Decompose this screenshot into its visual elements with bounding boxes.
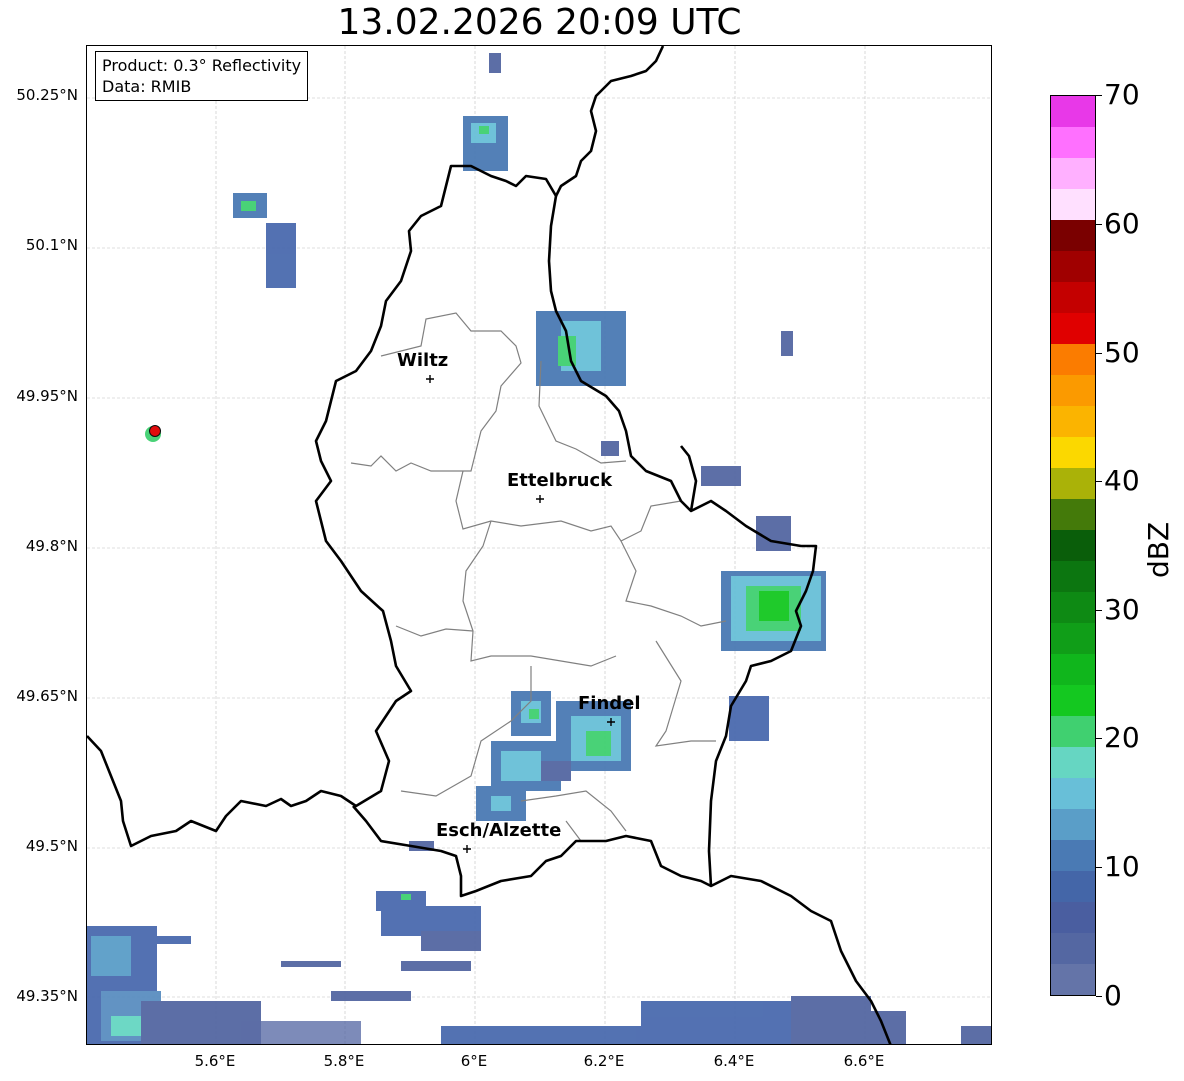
colorbar-segment [1051,468,1095,499]
colorbar-segment [1051,189,1095,220]
colorbar [1050,95,1096,996]
colorbar-segment [1051,437,1095,468]
colorbar-segment [1051,592,1095,623]
colorbar-segment [1051,561,1095,592]
colorbar-tickmark [1096,481,1102,482]
colorbar-segment [1051,933,1095,964]
radar-site [145,425,161,442]
lat-tick-49-8: 49.8°N [25,537,78,555]
radar-echoes [87,53,991,1044]
gridlines [87,46,991,1044]
colorbar-segment [1051,530,1095,561]
map-panel[interactable] [86,45,992,1045]
colorbar-tickmark [1096,353,1102,354]
colorbar-segment [1051,747,1095,778]
lat-tick-50-1: 50.1°N [25,236,78,254]
colorbar-tick-60: 60 [1104,207,1140,240]
colorbar-tickmark [1096,996,1102,997]
data-source-label: Data: RMIB [102,77,192,96]
colorbar-segment [1051,158,1095,189]
colorbar-tick-0: 0 [1104,979,1122,1012]
lon-tick-6-2: 6.2°E [583,1052,625,1070]
colorbar-tickmark [1096,738,1102,739]
echo-north [233,53,626,456]
lat-tick-49-5: 49.5°N [25,837,78,855]
product-label: Product: 0.3° Reflectivity [102,56,302,75]
lon-tick-6-4: 6.4°E [713,1052,755,1070]
map-canvas [87,46,991,1044]
city-label-findel: Findel [578,693,641,714]
colorbar-segment [1051,282,1095,313]
colorbar-tick-50: 50 [1104,336,1140,369]
lon-tick-6-6: 6.6°E [843,1052,885,1070]
echo-south [376,841,991,1044]
colorbar-tick-40: 40 [1104,464,1140,497]
product-info-box: Product: 0.3° Reflectivity Data: RMIB [95,51,309,101]
colorbar-label: dBZ [1142,521,1175,578]
colorbar-segment [1051,778,1095,809]
colorbar-tick-70: 70 [1104,78,1140,111]
map-title: 13.02.2026 20:09 UTC [337,2,742,43]
lat-tick-49-95: 49.95°N [16,387,78,405]
colorbar-segment [1051,220,1095,251]
colorbar-segment [1051,623,1095,654]
colorbar-segment [1051,406,1095,437]
colorbar-segment [1051,840,1095,871]
colorbar-segment [1051,809,1095,840]
colorbar-segment [1051,375,1095,406]
echo-southwest [87,926,411,1044]
colorbar-tick-10: 10 [1104,850,1140,883]
colorbar-tick-30: 30 [1104,593,1140,626]
colorbar-tickmark [1096,867,1102,868]
colorbar-segment [1051,344,1095,375]
colorbar-segment [1051,499,1095,530]
colorbar-segment [1051,313,1095,344]
colorbar-segment [1051,127,1095,158]
lat-tick-50-25: 50.25°N [16,86,78,104]
lon-tick-5-6: 5.6°E [194,1052,236,1070]
lon-tick-5-8: 5.8°E [323,1052,365,1070]
colorbar-segment [1051,251,1095,282]
colorbar-segment [1051,654,1095,685]
colorbar-tickmark [1096,95,1102,96]
lat-tick-49-65: 49.65°N [16,687,78,705]
colorbar-segment [1051,964,1095,995]
colorbar-segment [1051,96,1095,127]
colorbar-segment [1051,716,1095,747]
city-label-esch-alzette: Esch/Alzette [436,820,562,841]
lat-tick-49-35: 49.35°N [16,987,78,1005]
city-label-wiltz: Wiltz [397,350,449,371]
lon-tick-6-0: 6°E [460,1052,488,1070]
colorbar-tickmark [1096,610,1102,611]
colorbar-segment [1051,871,1095,902]
colorbar-segment [1051,685,1095,716]
colorbar-tick-20: 20 [1104,721,1140,754]
colorbar-segment [1051,902,1095,933]
city-label-ettelbruck: Ettelbruck [507,470,613,491]
colorbar-tickmark [1096,224,1102,225]
